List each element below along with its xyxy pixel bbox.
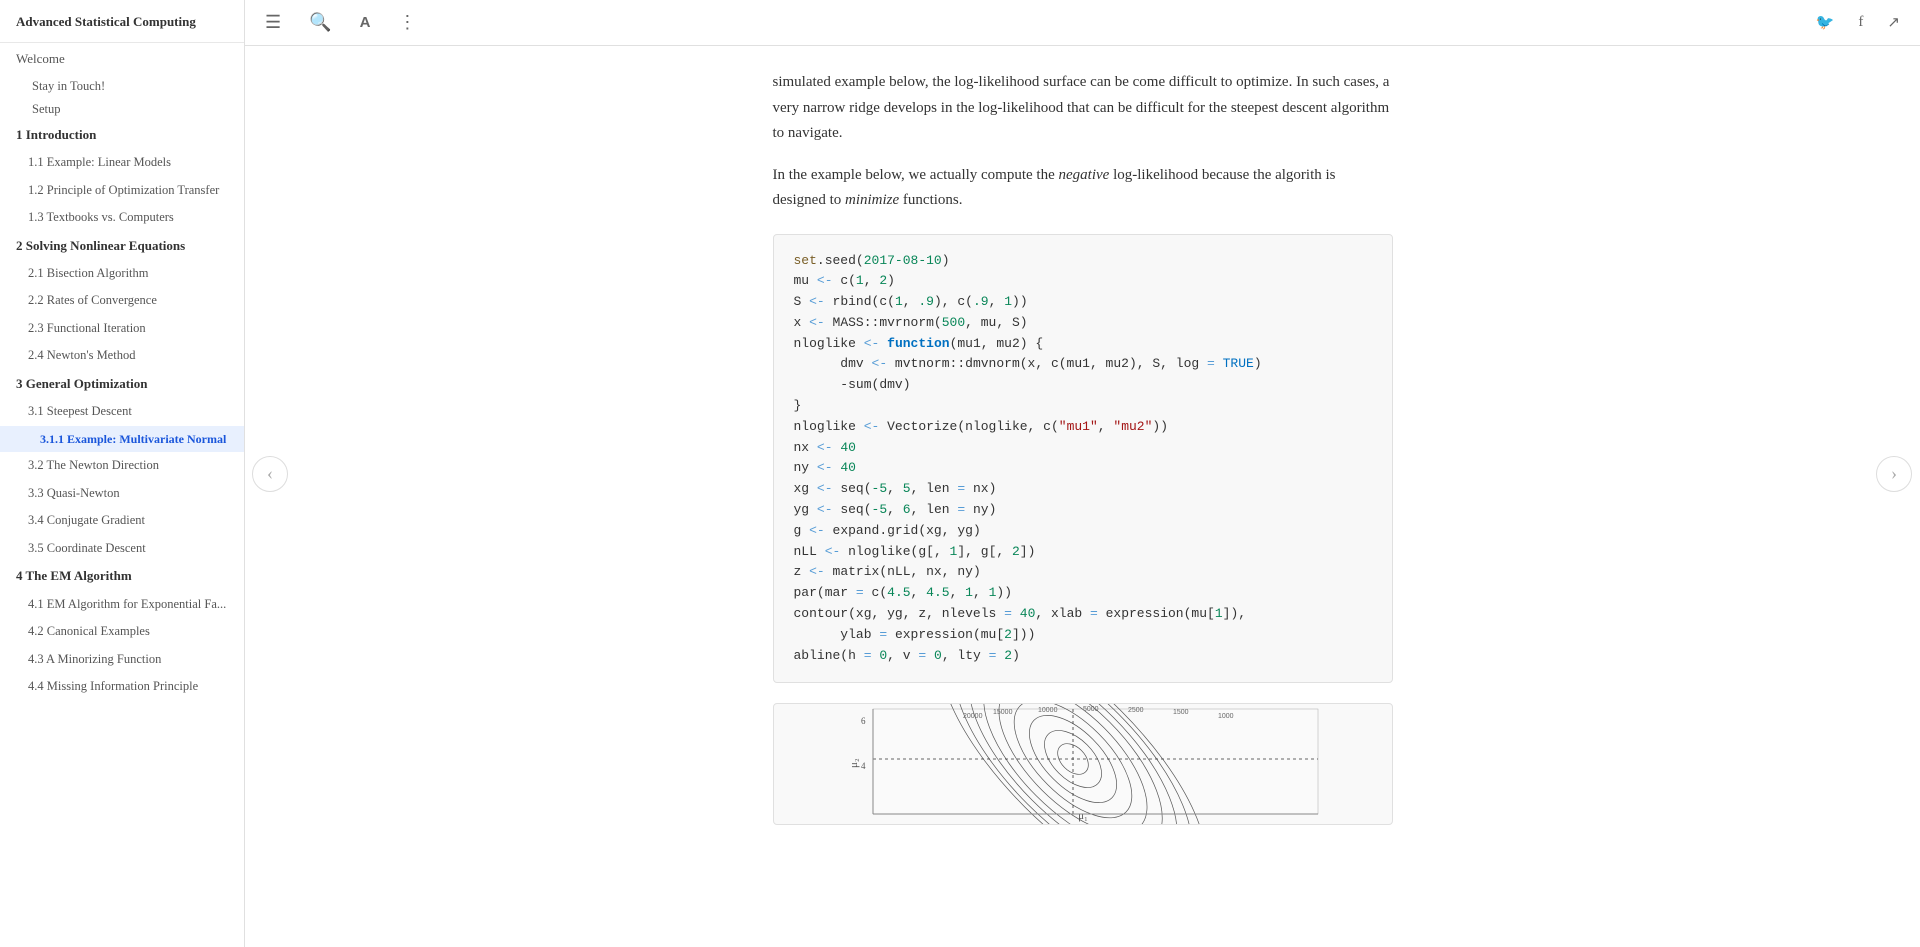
sidebar-item-s4-4[interactable]: 4.4 Missing Information Principle: [0, 673, 244, 701]
menu-icon[interactable]: ☰: [261, 8, 285, 37]
svg-text:5000: 5000: [1083, 706, 1099, 713]
sidebar-item-s3-1-1[interactable]: 3.1.1 Example: Multivariate Normal: [0, 426, 244, 453]
svg-text:15000: 15000: [993, 709, 1013, 716]
sidebar-item-s4-3[interactable]: 4.3 A Minorizing Function: [0, 646, 244, 674]
sidebar-item-ch3[interactable]: 3 General Optimization: [0, 370, 244, 398]
para2-prefix: In the example below, we actually comput…: [773, 167, 1059, 183]
sidebar-item-s1-1[interactable]: 1.1 Example: Linear Models: [0, 149, 244, 177]
sidebar-item-s4-2[interactable]: 4.2 Canonical Examples: [0, 618, 244, 646]
code-block: set.seed(2017-08-10) mu <- c(1, 2) S <- …: [773, 234, 1393, 684]
font-icon[interactable]: A: [356, 10, 375, 35]
social-icons: 🐦 f ↗: [1812, 9, 1904, 36]
next-nav-arrow[interactable]: ›: [1876, 456, 1912, 492]
sidebar-item-s3-2[interactable]: 3.2 The Newton Direction: [0, 452, 244, 480]
sidebar-item-ch1[interactable]: 1 Introduction: [0, 121, 244, 149]
sidebar-item-s4-1[interactable]: 4.1 EM Algorithm for Exponential Fa...: [0, 591, 244, 619]
sidebar-item-s2-2[interactable]: 2.2 Rates of Convergence: [0, 287, 244, 315]
search-icon[interactable]: 🔍: [305, 8, 335, 37]
topbar: ☰ 🔍 A ⋮ 🐦 f ↗: [245, 0, 1920, 46]
twitter-icon[interactable]: 🐦: [1812, 9, 1839, 36]
sidebar-item-s3-5[interactable]: 3.5 Coordinate Descent: [0, 535, 244, 563]
svg-text:6: 6: [861, 716, 866, 726]
sidebar-item-s3-1[interactable]: 3.1 Steepest Descent: [0, 398, 244, 426]
sidebar-item-s3-4[interactable]: 3.4 Conjugate Gradient: [0, 507, 244, 535]
facebook-icon[interactable]: f: [1854, 10, 1867, 35]
para2-italic: negative: [1059, 167, 1110, 183]
plot-container: μ₂ μ₁ 6 4 2: [773, 703, 1393, 825]
svg-text:10000: 10000: [1038, 707, 1058, 714]
svg-text:2500: 2500: [1128, 707, 1144, 714]
main-content-area: ☰ 🔍 A ⋮ 🐦 f ↗ simulated example below, t…: [245, 0, 1920, 947]
sidebar-item-stay-in-touch[interactable]: Stay in Touch!: [0, 75, 244, 98]
prev-nav-arrow[interactable]: ‹: [252, 456, 288, 492]
svg-text:20000: 20000: [963, 713, 983, 720]
more-icon[interactable]: ⋮: [394, 8, 420, 37]
svg-text:4: 4: [861, 761, 866, 771]
content-area: simulated example below, the log-likelih…: [733, 46, 1433, 865]
para2-italic2: minimize: [845, 192, 899, 208]
sidebar-item-s1-2[interactable]: 1.2 Principle of Optimization Transfer: [0, 177, 244, 205]
para2-suffix: functions.: [899, 192, 962, 208]
sidebar-title: Advanced Statistical Computing: [0, 0, 244, 43]
share-icon[interactable]: ↗: [1883, 9, 1904, 36]
sidebar-item-ch4[interactable]: 4 The EM Algorithm: [0, 562, 244, 590]
sidebar: Advanced Statistical Computing Welcome S…: [0, 0, 245, 947]
sidebar-welcome-label: Welcome: [0, 43, 244, 75]
sidebar-item-s1-3[interactable]: 1.3 Textbooks vs. Computers: [0, 204, 244, 232]
sidebar-item-s2-1[interactable]: 2.1 Bisection Algorithm: [0, 260, 244, 288]
svg-text:μ₂: μ₂: [848, 759, 860, 769]
paragraph-2: In the example below, we actually comput…: [773, 163, 1393, 214]
sidebar-item-s2-4[interactable]: 2.4 Newton's Method: [0, 342, 244, 370]
paragraph-1: simulated example below, the log-likelih…: [773, 70, 1393, 147]
sidebar-item-setup[interactable]: Setup: [0, 98, 244, 121]
svg-text:1000: 1000: [1218, 713, 1234, 720]
sidebar-item-s3-3[interactable]: 3.3 Quasi-Newton: [0, 480, 244, 508]
contour-plot: μ₂ μ₁ 6 4 2: [843, 704, 1323, 824]
sidebar-item-ch2[interactable]: 2 Solving Nonlinear Equations: [0, 232, 244, 260]
sidebar-item-s2-3[interactable]: 2.3 Functional Iteration: [0, 315, 244, 343]
svg-text:1500: 1500: [1173, 709, 1189, 716]
